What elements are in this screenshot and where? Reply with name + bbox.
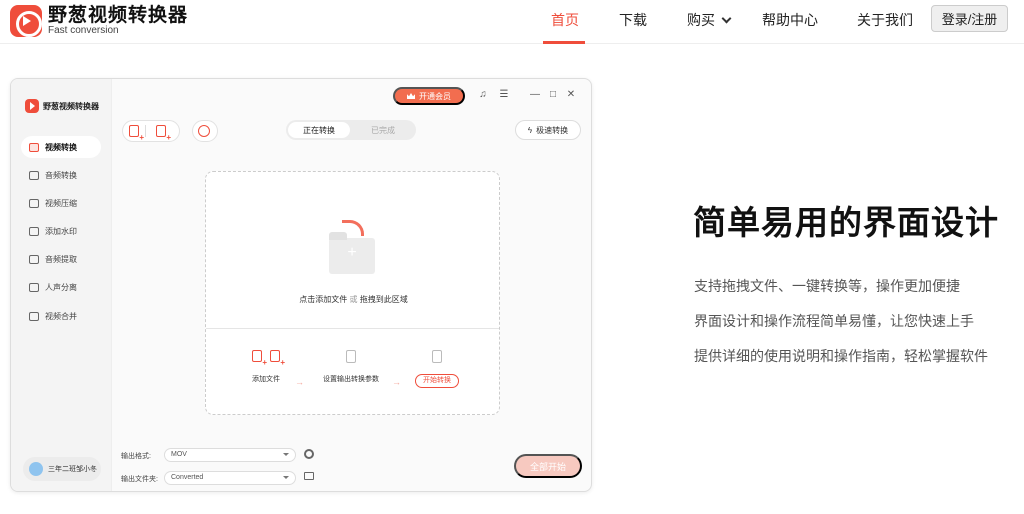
settings-file-icon bbox=[316, 350, 386, 364]
start-all-button[interactable]: 全部开始 bbox=[514, 454, 582, 478]
sidebar-item-label: 人声分离 bbox=[45, 282, 77, 292]
drop-hint-main: 点击添加文件 bbox=[299, 295, 348, 304]
video-icon bbox=[29, 142, 39, 152]
sidebar-item-audio-convert[interactable]: 音频转换 bbox=[21, 164, 101, 186]
feature-line: 提供详细的使用说明和操作指南，轻松掌握软件 bbox=[694, 348, 988, 364]
site-header: 野葱视频转换器 Fast conversion 首页 下载 购买 帮助中心 关于… bbox=[0, 0, 1024, 44]
divider bbox=[206, 328, 499, 329]
nav-buy-label: 购买 bbox=[687, 12, 715, 28]
sidebar-item-audio-extract[interactable]: 音频提取 bbox=[21, 248, 101, 270]
drop-zone[interactable]: 点击添加文件 或 拖拽到此区域 添加文件 → 设置输出转换参数 → 开始转换 bbox=[205, 171, 500, 415]
app-window-screenshot: 野葱视频转换器 视频转换 音频转换 视频压缩 添加水印 音频提取 人声分离 视频… bbox=[10, 78, 592, 492]
status-tabs: 正在转换 已完成 bbox=[286, 120, 416, 140]
vip-label: 开通会员 bbox=[419, 91, 451, 101]
step-start: 开始转换 bbox=[402, 350, 472, 388]
app-logo: 野葱视频转换器 bbox=[25, 99, 99, 113]
site-logo[interactable]: 野葱视频转换器 Fast conversion bbox=[10, 5, 188, 37]
menu-icon[interactable]: ☰ bbox=[498, 89, 510, 101]
step-settings: 设置输出转换参数 bbox=[316, 350, 386, 384]
sidebar-item-video-compress[interactable]: 视频压缩 bbox=[21, 192, 101, 214]
person-icon bbox=[29, 282, 39, 292]
maximize-icon[interactable]: □ bbox=[547, 89, 559, 101]
merge-icon bbox=[29, 311, 39, 321]
sidebar-item-label: 视频压缩 bbox=[45, 198, 77, 208]
step-add-file: 添加文件 bbox=[231, 350, 301, 384]
nav-about[interactable]: 关于我们 bbox=[857, 10, 913, 30]
divider bbox=[145, 125, 146, 137]
nav-download[interactable]: 下载 bbox=[619, 10, 647, 30]
speed-convert-button[interactable]: ϟ 极速转换 bbox=[515, 120, 581, 140]
headset-icon[interactable]: ♫ bbox=[477, 89, 489, 101]
vip-button[interactable]: 开通会员 bbox=[393, 87, 465, 105]
app-title: 野葱视频转换器 bbox=[43, 101, 99, 111]
logo-subtitle: Fast conversion bbox=[48, 25, 119, 36]
feature-line: 支持拖拽文件、一键转换等，操作更加便捷 bbox=[694, 278, 960, 294]
compress-icon bbox=[29, 198, 39, 208]
drop-hint: 点击添加文件 或 拖拽到此区域 bbox=[206, 294, 501, 305]
nav-active-indicator bbox=[543, 41, 585, 44]
tab-converting[interactable]: 正在转换 bbox=[288, 122, 350, 138]
folder-icon[interactable] bbox=[304, 472, 314, 480]
drop-hint-drag: 拖拽到此区域 bbox=[359, 295, 408, 304]
sidebar-item-watermark[interactable]: 添加水印 bbox=[21, 220, 101, 242]
add-file-group bbox=[122, 120, 180, 142]
play-logo-icon bbox=[10, 5, 42, 37]
sidebar-item-video-convert[interactable]: 视频转换 bbox=[21, 136, 101, 158]
start-convert-button[interactable]: 开始转换 bbox=[415, 374, 459, 388]
sidebar-item-label: 添加水印 bbox=[45, 226, 77, 236]
globe-icon[interactable] bbox=[198, 125, 210, 137]
chevron-down-icon bbox=[721, 13, 732, 24]
sidebar-item-label: 视频合并 bbox=[45, 311, 77, 321]
drop-hint-or: 或 bbox=[349, 295, 358, 304]
folder-add-icon bbox=[329, 232, 375, 274]
add-folder-icon[interactable] bbox=[156, 125, 171, 142]
sidebar-item-video-merge[interactable]: 视频合并 bbox=[21, 305, 101, 327]
output-format-select[interactable]: MOV bbox=[164, 448, 296, 462]
logo-text: 野葱视频转换器 Fast conversion bbox=[48, 6, 188, 36]
user-profile-chip[interactable]: 三年二班邹小冬 bbox=[23, 457, 101, 481]
output-folder-label: 输出文件夹: bbox=[121, 476, 158, 483]
output-folder-select[interactable]: Converted bbox=[164, 471, 296, 485]
page-title: 简单易用的界面设计 bbox=[693, 204, 999, 241]
login-register-button[interactable]: 登录/注册 bbox=[931, 5, 1008, 32]
arrow-right-icon: → bbox=[295, 377, 304, 387]
sidebar-item-label: 视频转换 bbox=[45, 142, 77, 152]
username: 三年二班邹小冬 bbox=[48, 466, 97, 473]
crown-icon bbox=[407, 93, 415, 99]
step-label: 添加文件 bbox=[252, 376, 280, 383]
tab-completed[interactable]: 已完成 bbox=[352, 122, 414, 138]
play-logo-icon bbox=[25, 99, 39, 113]
logo-title: 野葱视频转换器 bbox=[48, 5, 189, 26]
watermark-icon bbox=[29, 226, 39, 236]
step-label: 设置输出转换参数 bbox=[323, 376, 379, 383]
feature-line: 界面设计和操作流程简单易懂，让您快速上手 bbox=[694, 313, 974, 329]
close-icon[interactable]: ✕ bbox=[565, 89, 577, 101]
sidebar-item-label: 音频提取 bbox=[45, 254, 77, 264]
nav-help[interactable]: 帮助中心 bbox=[762, 10, 818, 30]
add-url-group bbox=[192, 120, 218, 142]
nav-buy[interactable]: 购买 bbox=[687, 10, 732, 30]
speaker-icon bbox=[29, 170, 39, 180]
gear-icon[interactable] bbox=[304, 449, 314, 459]
convert-icon bbox=[402, 350, 472, 364]
speed-label: 极速转换 bbox=[536, 125, 569, 135]
nav-home[interactable]: 首页 bbox=[551, 10, 579, 30]
arrow-right-icon: → bbox=[392, 377, 401, 387]
minimize-icon[interactable]: — bbox=[529, 89, 541, 101]
extract-icon bbox=[29, 254, 39, 264]
output-format-label: 输出格式: bbox=[121, 453, 151, 460]
lightning-icon: ϟ bbox=[527, 125, 533, 135]
avatar bbox=[29, 462, 43, 476]
add-file-icon[interactable] bbox=[129, 125, 144, 142]
sidebar-item-label: 音频转换 bbox=[45, 170, 77, 180]
sidebar-item-vocal-separate[interactable]: 人声分离 bbox=[21, 276, 101, 298]
app-sidebar: 野葱视频转换器 视频转换 音频转换 视频压缩 添加水印 音频提取 人声分离 视频… bbox=[11, 79, 112, 491]
add-file-icon bbox=[231, 350, 301, 367]
